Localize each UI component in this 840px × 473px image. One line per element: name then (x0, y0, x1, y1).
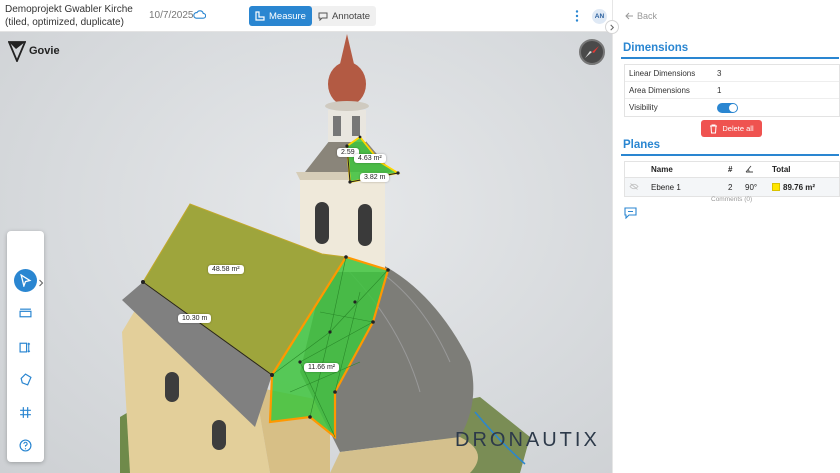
header-total: Total (772, 165, 791, 174)
polygon-tool-button[interactable] (14, 368, 37, 391)
plane-count: 2 (728, 182, 733, 192)
cursor-icon (20, 274, 32, 287)
measure-label-tower-length: 3.82 m (360, 173, 390, 182)
project-title: Demoprojekt Gwabler Kirche (tiled, optim… (5, 4, 133, 28)
planes-table: Name # Total Ebene 1 2 90° 89.76 m² (624, 161, 840, 197)
object-measure-icon (19, 342, 31, 353)
plane-total: 89.76 m² (783, 182, 816, 192)
measure-line-tool-button[interactable] (14, 302, 37, 325)
measure-label-green-area: 11.66 m² (304, 363, 340, 372)
visibility-toggle[interactable] (717, 102, 738, 113)
dimensions-title: Dimensions (623, 42, 689, 54)
dronautix-watermark: DRONAUTIX (455, 429, 600, 451)
table-row[interactable]: Ebene 1 2 90° 89.76 m² (625, 178, 839, 196)
measure-mode-button[interactable]: Measure (249, 6, 312, 26)
linear-dimensions-row: Linear Dimensions 3 (625, 65, 839, 82)
compass-button[interactable] (579, 39, 605, 65)
ruler-icon (255, 11, 265, 21)
prop-key: Area Dimensions (629, 85, 690, 95)
user-avatar[interactable]: AN (592, 9, 607, 24)
add-comment-icon[interactable] (624, 207, 637, 219)
planes-table-header: Name # Total (625, 162, 839, 178)
plane-angle: 90° (745, 182, 758, 192)
plane-total-cell: 89.76 m² (772, 183, 839, 192)
mode-switch: Measure Annotate (249, 6, 377, 26)
measure-label-roof-length: 10.30 m (178, 314, 212, 323)
compass-icon (585, 46, 599, 58)
dimensions-panel: Back Dimensions Linear Dimensions 3 Area… (612, 0, 840, 473)
tool-palette (7, 231, 44, 462)
help-icon (19, 439, 32, 452)
back-label: Back (637, 11, 658, 21)
eye-off-icon (629, 182, 639, 190)
govie-logo-icon (8, 41, 26, 62)
header-angle (745, 165, 772, 175)
annotate-mode-button[interactable]: Annotate (312, 6, 376, 26)
grid-tool-button[interactable] (14, 401, 37, 424)
select-tool-button[interactable] (14, 269, 37, 292)
3d-viewport[interactable]: Govie 2.59 4.63 m² 3.82 m 48.58 m² 10.30… (0, 32, 612, 473)
planes-title: Planes (623, 139, 661, 151)
govie-logo: Govie (8, 40, 60, 62)
plane-name: Ebene 1 (651, 182, 681, 192)
header-name: Name (651, 165, 673, 174)
measure-label-tower-area: 4.63 m² (354, 154, 386, 163)
trash-icon (710, 124, 718, 133)
annotate-mode-label: Annotate (331, 10, 371, 22)
prop-key: Visibility (629, 103, 658, 112)
back-button[interactable]: Back (625, 11, 657, 21)
area-dimensions-row: Area Dimensions 1 (625, 82, 839, 99)
dimensions-table: Linear Dimensions 3 Area Dimensions 1 Vi… (624, 64, 840, 117)
plane-color-swatch[interactable] (772, 183, 780, 191)
measure-label-roof-area: 48.58 m² (208, 265, 244, 274)
prop-value: 3 (717, 68, 722, 78)
ruler-tool-icon (19, 308, 32, 318)
comments-count: Comments (0) (711, 196, 753, 203)
header-count: # (728, 165, 733, 174)
grid-icon (20, 407, 31, 418)
prop-value: 1 (717, 85, 722, 95)
cloud-icon (193, 10, 206, 19)
more-vertical-icon[interactable] (573, 9, 581, 23)
prop-key: Linear Dimensions (629, 68, 696, 78)
tool-expand-chevron-icon[interactable] (38, 279, 44, 287)
arrow-left-icon (625, 12, 633, 20)
logo-text: Govie (29, 45, 60, 57)
visibility-cell[interactable] (625, 182, 651, 192)
panel-collapse-button[interactable] (605, 20, 619, 34)
planes-divider (621, 154, 839, 156)
measure-object-tool-button[interactable] (14, 335, 37, 358)
dimensions-divider (621, 57, 839, 59)
angle-icon (745, 165, 753, 172)
project-date: 10/7/2025 (149, 10, 194, 21)
polygon-icon (20, 373, 32, 386)
church-model (120, 34, 530, 473)
comment-icon (318, 12, 328, 21)
help-tool-button[interactable] (14, 434, 37, 457)
measure-mode-label: Measure (269, 10, 306, 22)
visibility-row: Visibility (625, 99, 839, 116)
chevron-right-icon (610, 24, 615, 30)
top-bar: Demoprojekt Gwabler Kirche (tiled, optim… (0, 0, 612, 32)
delete-all-label: Delete all (722, 124, 754, 133)
delete-all-button[interactable]: Delete all (701, 120, 762, 137)
